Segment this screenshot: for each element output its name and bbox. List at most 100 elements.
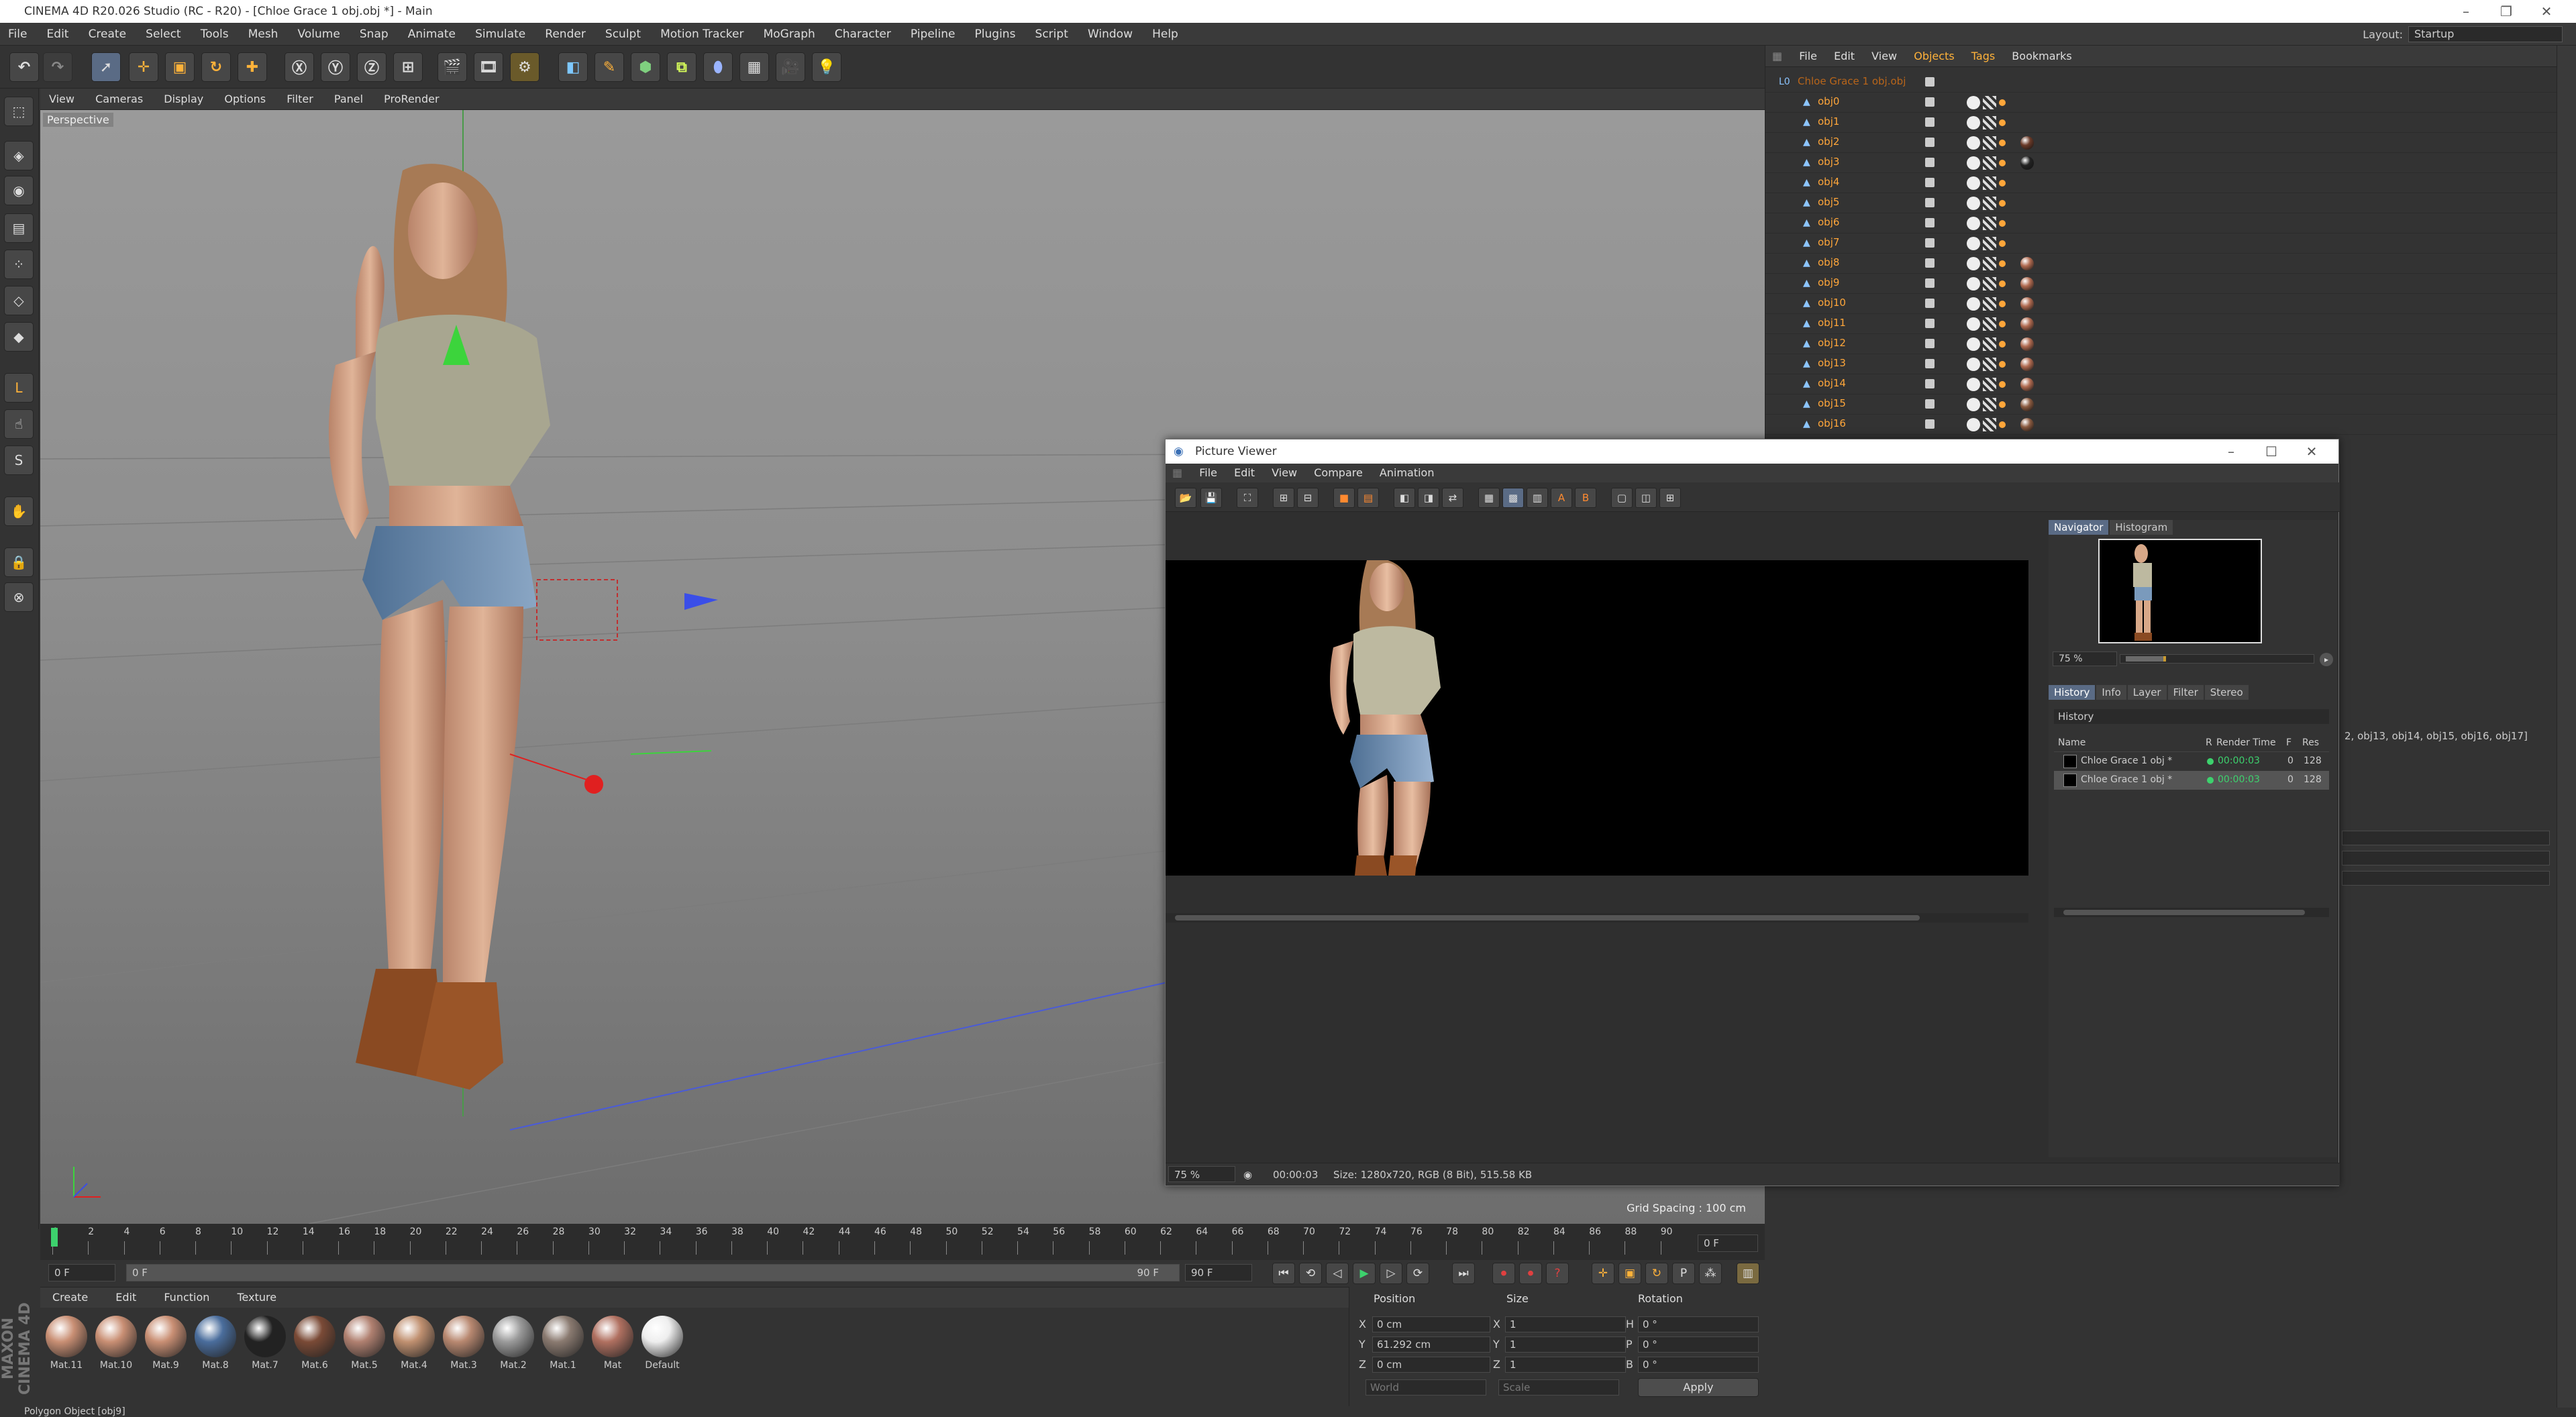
menu-mograph[interactable]: MoGraph <box>756 23 823 46</box>
split-compare-icon[interactable]: ◨ <box>1418 488 1439 508</box>
pv-maximize-icon[interactable]: ☐ <box>2251 439 2291 464</box>
object-row[interactable]: ▲ obj0 <box>1765 93 2557 113</box>
phong-tag-icon[interactable] <box>1967 257 1980 270</box>
channel-mono-icon[interactable]: ▥ <box>1527 488 1548 508</box>
pv-close-icon[interactable]: ✕ <box>2291 439 2332 464</box>
deformer-icon[interactable]: ⬮ <box>703 52 733 82</box>
uvw-tag-icon[interactable] <box>1983 116 1996 129</box>
object-row[interactable]: ▲ obj7 <box>1765 233 2557 254</box>
phong-tag-icon[interactable] <box>1967 116 1980 129</box>
visibility-check[interactable] <box>1925 379 1935 388</box>
visibility-check[interactable] <box>1925 158 1935 167</box>
menu-motion-tracker[interactable]: Motion Tracker <box>652 23 752 46</box>
tab-layer[interactable]: Layer <box>2127 685 2167 700</box>
rotate-tool-icon[interactable]: ↻ <box>201 52 231 82</box>
tab-navigator[interactable]: Navigator <box>2049 520 2109 535</box>
x-axis-lock-icon[interactable]: Ⓧ <box>285 52 314 82</box>
material-swatch[interactable]: Mat <box>590 1316 635 1371</box>
material-tag-icon[interactable] <box>2020 378 2034 391</box>
material-swatch[interactable]: Mat.7 <box>243 1316 287 1371</box>
horizontal-scrollbar[interactable] <box>1166 913 2028 923</box>
pv-menu-animation[interactable]: Animation <box>1373 464 1441 482</box>
coordinate-system-icon[interactable]: ⊞ <box>393 52 423 82</box>
visibility-check[interactable] <box>1925 117 1935 127</box>
pv-menu-compare[interactable]: Compare <box>1307 464 1370 482</box>
attribute-field[interactable] <box>2342 851 2550 865</box>
menu-sculpt[interactable]: Sculpt <box>597 23 649 46</box>
y-axis-lock-icon[interactable]: Ⓨ <box>321 52 350 82</box>
set-a-icon[interactable]: A <box>1551 488 1572 508</box>
menu-plugins[interactable]: Plugins <box>967 23 1024 46</box>
play-icon[interactable]: ▶ <box>1353 1263 1376 1284</box>
mat-menu-texture[interactable]: Texture <box>225 1288 289 1308</box>
selection-tag-icon[interactable] <box>1999 421 2006 428</box>
view-split-icon[interactable]: ◫ <box>1635 488 1657 508</box>
material-swatch[interactable]: Mat.2 <box>491 1316 535 1371</box>
selection-tag-icon[interactable] <box>1999 240 2006 247</box>
menu-snap[interactable]: Snap <box>352 23 397 46</box>
move-tool-icon[interactable]: ✛ <box>129 52 158 82</box>
phong-tag-icon[interactable] <box>1967 136 1980 150</box>
coordinate-mode-dropdown[interactable]: World <box>1366 1379 1486 1396</box>
object-row[interactable]: ▲ obj16 <box>1765 415 2557 435</box>
tab-filter[interactable]: Filter <box>2167 685 2204 700</box>
floor-icon[interactable]: ▦ <box>739 52 769 82</box>
vp-menu-display[interactable]: Display <box>155 89 212 110</box>
rendered-image[interactable] <box>1166 560 2028 876</box>
ab-compare-icon[interactable]: ◧ <box>1394 488 1415 508</box>
z-axis-handle[interactable] <box>684 593 718 610</box>
selection-tag-icon[interactable] <box>1999 140 2006 146</box>
pv-menu-view[interactable]: View <box>1265 464 1304 482</box>
texture-mode-icon[interactable]: ◉ <box>4 176 34 205</box>
visibility-check[interactable] <box>1925 339 1935 348</box>
material-swatch[interactable]: Mat.4 <box>392 1316 436 1371</box>
menu-script[interactable]: Script <box>1027 23 1076 46</box>
timeline-window-icon[interactable]: ▥ <box>1737 1263 1759 1284</box>
key-position-icon[interactable]: ✛ <box>1592 1263 1614 1284</box>
autokey-icon[interactable]: ⏺ <box>1519 1263 1542 1284</box>
uvw-tag-icon[interactable] <box>1983 277 1996 291</box>
key-scale-icon[interactable]: ▣ <box>1618 1263 1641 1284</box>
render-to-picture-viewer-icon[interactable]: 🎞 <box>474 52 503 82</box>
object-row[interactable]: ▲ obj9 <box>1765 274 2557 294</box>
save-file-icon[interactable]: 💾 <box>1200 488 1222 508</box>
material-tag-icon[interactable] <box>2020 156 2034 170</box>
navigator-zoom-field[interactable]: 75 % <box>2053 651 2117 666</box>
snap-icon[interactable]: S <box>4 445 34 475</box>
visibility-check[interactable] <box>1925 178 1935 187</box>
model-mode-icon[interactable]: ◈ <box>4 141 34 170</box>
axis-mode-icon[interactable]: L <box>4 373 34 403</box>
end-frame-field[interactable]: 90 F <box>1185 1264 1252 1281</box>
rotation-b-field[interactable]: 0 ° <box>1638 1357 1759 1373</box>
phong-tag-icon[interactable] <box>1967 237 1980 250</box>
phong-tag-icon[interactable] <box>1967 277 1980 291</box>
uvw-tag-icon[interactable] <box>1983 237 1996 250</box>
selection-tag-icon[interactable] <box>1999 200 2006 207</box>
phong-tag-icon[interactable] <box>1967 398 1980 411</box>
menu-render[interactable]: Render <box>537 23 594 46</box>
menu-volume[interactable]: Volume <box>290 23 348 46</box>
go-to-end-icon[interactable]: ⏭ <box>1452 1263 1475 1284</box>
object-row[interactable]: ▲ obj14 <box>1765 374 2557 395</box>
object-row[interactable]: ▲ obj4 <box>1765 173 2557 193</box>
swap-icon[interactable]: ⇄ <box>1442 488 1463 508</box>
mat-menu-create[interactable]: Create <box>40 1288 100 1308</box>
redo-icon[interactable]: ↷ <box>43 52 72 82</box>
previous-frame-icon[interactable]: ◁ <box>1326 1263 1349 1284</box>
uvw-tag-icon[interactable] <box>1983 176 1996 190</box>
visibility-check[interactable] <box>1925 238 1935 248</box>
om-menu-edit[interactable]: Edit <box>1827 46 1861 67</box>
selection-tag-icon[interactable] <box>1999 381 2006 388</box>
figure-model[interactable] <box>329 164 550 1090</box>
selection-tag-icon[interactable] <box>1999 321 2006 327</box>
next-key-icon[interactable]: ⟳ <box>1406 1263 1429 1284</box>
object-row-root[interactable]: L0 Chloe Grace 1 obj.obj <box>1765 72 2557 93</box>
selection-tag-icon[interactable] <box>1999 220 2006 227</box>
phong-tag-icon[interactable] <box>1967 156 1980 170</box>
key-pla-icon[interactable]: ⁂ <box>1699 1263 1722 1284</box>
tweak-mode-icon[interactable]: ☝ <box>4 409 34 439</box>
make-editable-icon[interactable]: ⬚ <box>4 97 34 126</box>
scale-tool-icon[interactable]: ▣ <box>165 52 195 82</box>
phong-tag-icon[interactable] <box>1967 197 1980 210</box>
mat-menu-edit[interactable]: Edit <box>103 1288 148 1308</box>
